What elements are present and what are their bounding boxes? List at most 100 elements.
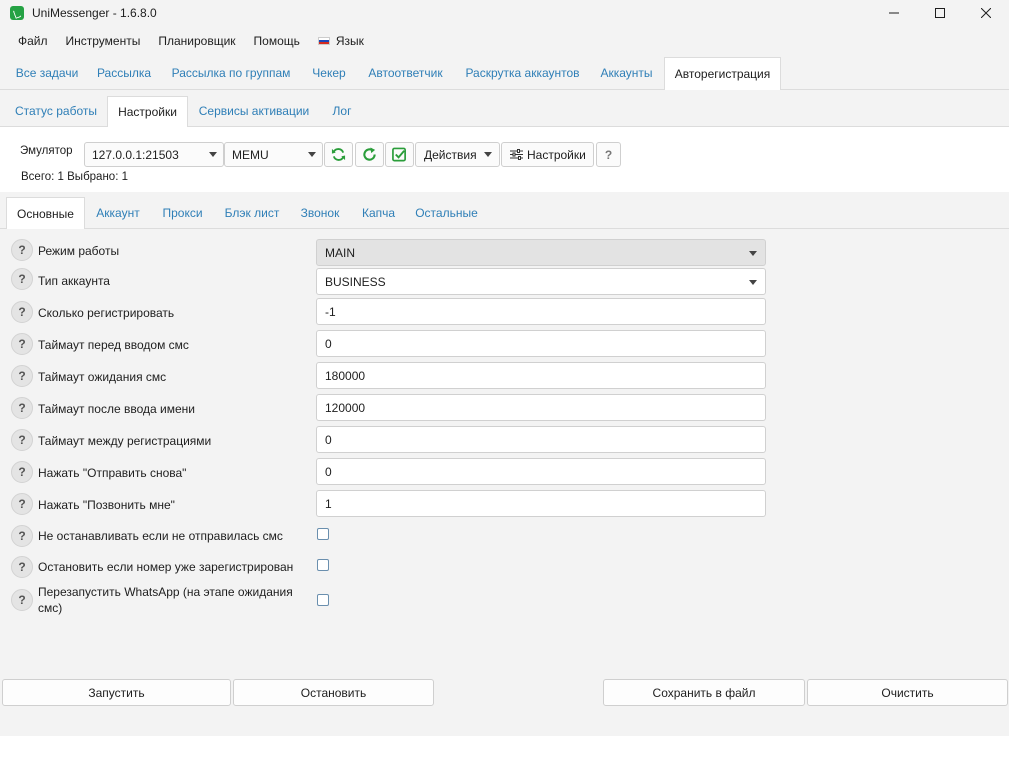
emulator-type-select[interactable]: MEMU [224, 142, 323, 167]
save-to-file-button[interactable]: Сохранить в файл [603, 679, 805, 706]
account-type-select[interactable]: BUSINESS [316, 268, 766, 295]
setting-row-work-mode: ? Режим работы MAIN [0, 239, 1009, 267]
tab-settings[interactable]: Настройки [107, 96, 188, 128]
menu-file[interactable]: Файл [9, 34, 57, 48]
help-icon[interactable]: ? [11, 239, 33, 261]
refresh-button[interactable] [355, 142, 384, 167]
minimize-icon[interactable] [871, 0, 917, 26]
emulator-settings-button[interactable]: Настройки [501, 142, 594, 167]
stop-button[interactable]: Остановить [233, 679, 434, 706]
menu-language[interactable]: Язык [309, 34, 373, 48]
press-send-again-input[interactable] [316, 458, 766, 485]
select-check-icon [392, 147, 406, 162]
help-icon[interactable]: ? [11, 525, 33, 547]
register-count-input[interactable] [316, 298, 766, 325]
tab-main[interactable]: Основные [6, 197, 85, 230]
setting-label: Нажать "Позвонить мне" [38, 498, 175, 512]
menu-scheduler[interactable]: Планировщик [149, 34, 244, 48]
sms-wait-timeout-input[interactable] [316, 362, 766, 389]
refresh-icon [363, 147, 376, 161]
tab-blacklist[interactable]: Блэк лист [216, 197, 288, 229]
sliders-icon [510, 149, 523, 160]
setting-row-timeout-after-name: ? Таймаут после ввода имени [0, 394, 1009, 422]
setting-row-stop-if-registered: ? Остановить если номер уже зарегистриро… [0, 555, 1009, 581]
tab-autoregistration[interactable]: Авторегистрация [664, 57, 781, 91]
help-icon[interactable]: ? [11, 429, 33, 451]
tab-autoresponder[interactable]: Автоответчик [357, 57, 454, 90]
setting-row-sms-wait-timeout: ? Таймаут ожидания смс [0, 362, 1009, 390]
timeout-between-registrations-input[interactable] [316, 426, 766, 453]
chevron-down-icon [209, 152, 217, 157]
emulator-count: Всего: 1 Выбрано: 1 [21, 171, 128, 183]
russia-flag-icon [317, 37, 330, 45]
tab-log[interactable]: Лог [320, 96, 364, 127]
tab-proxy[interactable]: Прокси [151, 197, 214, 229]
setting-row-dont-stop-on-sms-fail: ? Не останавливать если не отправилась с… [0, 524, 1009, 550]
actions-label: Действия [424, 147, 477, 162]
help-icon[interactable]: ? [11, 589, 33, 611]
emulator-help-button[interactable]: ? [596, 142, 621, 167]
top-tabs: Все задачи Рассылка Рассылка по группам … [0, 57, 1009, 91]
help-icon[interactable]: ? [11, 556, 33, 578]
emulator-address-select[interactable]: 127.0.0.1:21503 [84, 142, 224, 167]
chevron-down-icon [308, 152, 316, 157]
settings-tabs: Основные Аккаунт Прокси Блэк лист Звонок… [0, 192, 1009, 230]
title-bar: UniMessenger - 1.6.8.0 [0, 0, 1009, 26]
help-icon[interactable]: ? [11, 461, 33, 483]
maximize-icon[interactable] [917, 0, 963, 26]
emulator-label: Эмулятор [20, 145, 73, 157]
menu-tools[interactable]: Инструменты [57, 34, 150, 48]
setting-label: Таймаут после ввода имени [38, 402, 195, 416]
help-icon[interactable]: ? [11, 493, 33, 515]
account-type-value: BUSINESS [325, 274, 386, 289]
start-button[interactable]: Запустить [2, 679, 231, 706]
emulator-panel: Эмулятор 127.0.0.1:21503 MEMU Действия Н… [0, 127, 1009, 192]
help-icon[interactable]: ? [11, 268, 33, 290]
setting-label: Сколько регистрировать [38, 306, 175, 320]
setting-label: Не останавливать если не отправилась смс [38, 529, 283, 543]
setting-label: Перезапустить WhatsApp (на этапе ожидани… [38, 585, 293, 615]
tab-group-mailing[interactable]: Рассылка по группам [161, 57, 301, 90]
tab-captcha[interactable]: Капча [352, 197, 405, 229]
tab-other[interactable]: Остальные [407, 197, 486, 229]
clear-button[interactable]: Очистить [807, 679, 1008, 706]
tab-call[interactable]: Звонок [290, 197, 350, 229]
help-icon[interactable]: ? [11, 301, 33, 323]
refresh-all-button[interactable] [324, 142, 353, 167]
chevron-down-icon [483, 152, 492, 157]
setting-label: Тип аккаунта [38, 274, 110, 288]
setting-row-press-send-again: ? Нажать "Отправить снова" [0, 458, 1009, 486]
tab-all-tasks[interactable]: Все задачи [7, 57, 87, 90]
help-icon[interactable]: ? [11, 365, 33, 387]
tab-work-status[interactable]: Статус работы [7, 96, 105, 127]
chevron-down-icon [749, 280, 757, 285]
setting-row-restart-whatsapp: ? Перезапустить WhatsApp (на этапе ожида… [0, 585, 1009, 621]
setting-row-timeout-between-registrations: ? Таймаут между регистрациями [0, 426, 1009, 454]
tab-accounts[interactable]: Аккаунты [591, 57, 662, 90]
help-icon[interactable]: ? [11, 333, 33, 355]
tab-activation-services[interactable]: Сервисы активации [190, 96, 318, 127]
tab-account-promotion[interactable]: Раскрутка аккаунтов [456, 57, 589, 90]
menu-help[interactable]: Помощь [245, 34, 309, 48]
stop-if-registered-checkbox[interactable] [317, 559, 329, 571]
actions-dropdown[interactable]: Действия [415, 142, 500, 167]
tab-checker[interactable]: Чекер [303, 57, 355, 90]
menu-language-label: Язык [335, 34, 364, 48]
setting-label: Остановить если номер уже зарегистрирова… [38, 560, 294, 574]
tab-account[interactable]: Аккаунт [87, 197, 149, 229]
restart-whatsapp-checkbox[interactable] [317, 594, 329, 606]
help-icon[interactable]: ? [11, 397, 33, 419]
emulator-type-value: MEMU [232, 147, 269, 162]
window-title: UniMessenger - 1.6.8.0 [32, 6, 157, 20]
dont-stop-on-sms-fail-checkbox[interactable] [317, 528, 329, 540]
tab-mailing[interactable]: Рассылка [89, 57, 159, 90]
timeout-before-sms-input[interactable] [316, 330, 766, 357]
select-all-button[interactable] [385, 142, 414, 167]
press-call-me-input[interactable] [316, 490, 766, 517]
timeout-after-name-input[interactable] [316, 394, 766, 421]
setting-row-account-type: ? Тип аккаунта BUSINESS [0, 268, 1009, 296]
setting-row-timeout-before-sms: ? Таймаут перед вводом смс [0, 330, 1009, 358]
chevron-down-icon [749, 251, 757, 256]
close-icon[interactable] [963, 0, 1009, 26]
work-mode-select[interactable]: MAIN [316, 239, 766, 266]
